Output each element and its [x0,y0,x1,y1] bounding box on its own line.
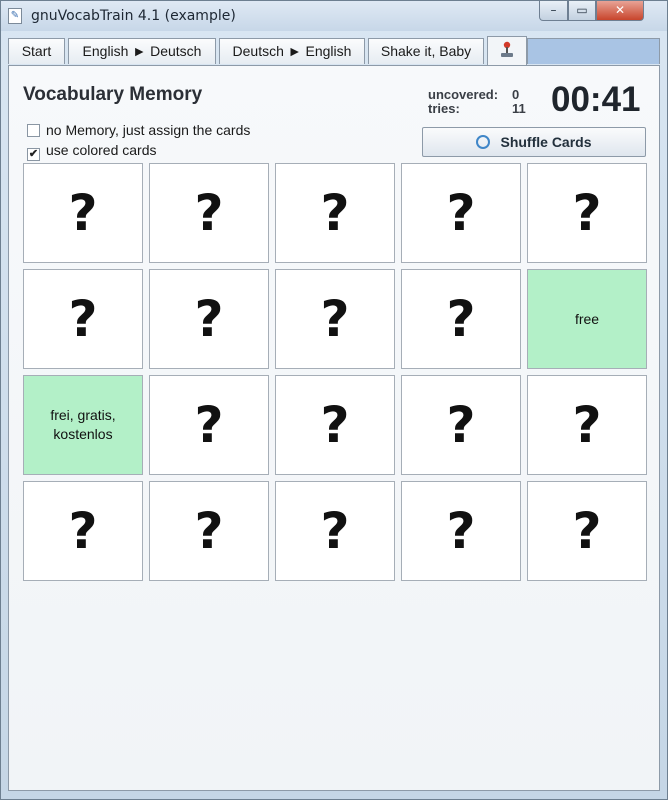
tab-bar-fill [527,38,660,64]
memory-card[interactable]: ? [149,269,269,369]
no-memory-checkbox[interactable] [27,124,40,137]
stats-labels: uncovered: tries: [428,88,498,116]
tries-value: 11 [512,101,526,116]
memory-card-text: ? [572,502,602,560]
title-bar[interactable]: ✎ gnuVocabTrain 4.1 (example) – ▭ ✕ [1,1,667,31]
memory-card[interactable]: ? [275,481,395,581]
tries-label: tries: [428,101,460,116]
memory-card-text: ? [68,290,98,348]
maximize-button[interactable]: ▭ [568,1,596,21]
memory-card-text: ? [572,396,602,454]
tab-shake-it-baby[interactable]: Shake it, Baby [368,38,484,64]
memory-card-text: ? [572,184,602,242]
tab-bar: Start English ► Deutsch Deutsch ► Englis… [8,36,660,65]
window-title: gnuVocabTrain 4.1 (example) [31,8,236,24]
memory-card[interactable]: ? [275,375,395,475]
memory-card-text: free [574,310,600,327]
stats-values: 0 11 [512,88,526,116]
memory-card-revealed[interactable]: free [527,269,647,369]
memory-card-text: ? [194,290,224,348]
memory-card[interactable]: ? [401,375,521,475]
tab-deutsch-english[interactable]: Deutsch ► English [219,38,365,64]
memory-card-revealed[interactable]: frei, gratis, kostenlos [23,375,143,475]
memory-card[interactable]: ? [401,163,521,263]
memory-card-text: ? [194,502,224,560]
memory-card[interactable]: ? [149,375,269,475]
memory-card-text: ? [320,184,350,242]
memory-card-text: ? [194,184,224,242]
shuffle-cards-label: Shuffle Cards [500,134,592,150]
app-window: ✎ gnuVocabTrain 4.1 (example) – ▭ ✕ Star… [0,0,668,800]
memory-card-text: ? [446,184,476,242]
memory-card[interactable]: ? [401,481,521,581]
app-icon: ✎ [8,8,22,24]
memory-card[interactable]: ? [149,481,269,581]
memory-card-text: ? [320,502,350,560]
tab-memory-game[interactable] [487,36,527,65]
colored-cards-label: use colored cards [46,142,157,158]
memory-card-text: ? [446,502,476,560]
memory-card-text: frei, gratis, kostenlos [50,407,116,442]
shuffle-icon [476,135,491,149]
memory-card[interactable]: ? [527,481,647,581]
memory-card-text: ? [446,290,476,348]
tab-english-deutsch[interactable]: English ► Deutsch [68,38,216,64]
memory-card[interactable]: ? [23,481,143,581]
close-button[interactable]: ✕ [596,1,644,21]
memory-card[interactable]: ? [23,163,143,263]
memory-card-text: ? [194,396,224,454]
colored-cards-checkbox[interactable]: ✔ [27,148,40,161]
shuffle-cards-button[interactable]: Shuffle Cards [422,127,646,157]
memory-card[interactable]: ? [401,269,521,369]
colored-cards-option[interactable]: ✔ use colored cards [27,142,157,161]
memory-card-text: ? [446,396,476,454]
timer: 00:41 [551,80,641,119]
memory-card-text: ? [320,396,350,454]
memory-card[interactable]: ? [275,269,395,369]
memory-card-text: ? [68,184,98,242]
uncovered-value: 0 [512,87,520,102]
memory-card-text: ? [68,502,98,560]
memory-card[interactable]: ? [527,375,647,475]
tab-start[interactable]: Start [8,38,65,64]
uncovered-label: uncovered: [428,87,499,102]
memory-card[interactable]: ? [527,163,647,263]
memory-card-text: ? [320,290,350,348]
minimize-button[interactable]: – [539,1,568,21]
memory-card[interactable]: ? [275,163,395,263]
card-grid: ????????? free frei, gratis, kostenlos????… [23,163,647,581]
no-memory-option[interactable]: no Memory, just assign the cards [27,122,250,138]
memory-panel: Vocabulary Memory no Memory, just assign… [8,65,660,791]
memory-card[interactable]: ? [23,269,143,369]
memory-card[interactable]: ? [149,163,269,263]
joystick-icon [501,41,513,57]
no-memory-label: no Memory, just assign the cards [46,122,251,138]
page-title: Vocabulary Memory [23,84,203,105]
